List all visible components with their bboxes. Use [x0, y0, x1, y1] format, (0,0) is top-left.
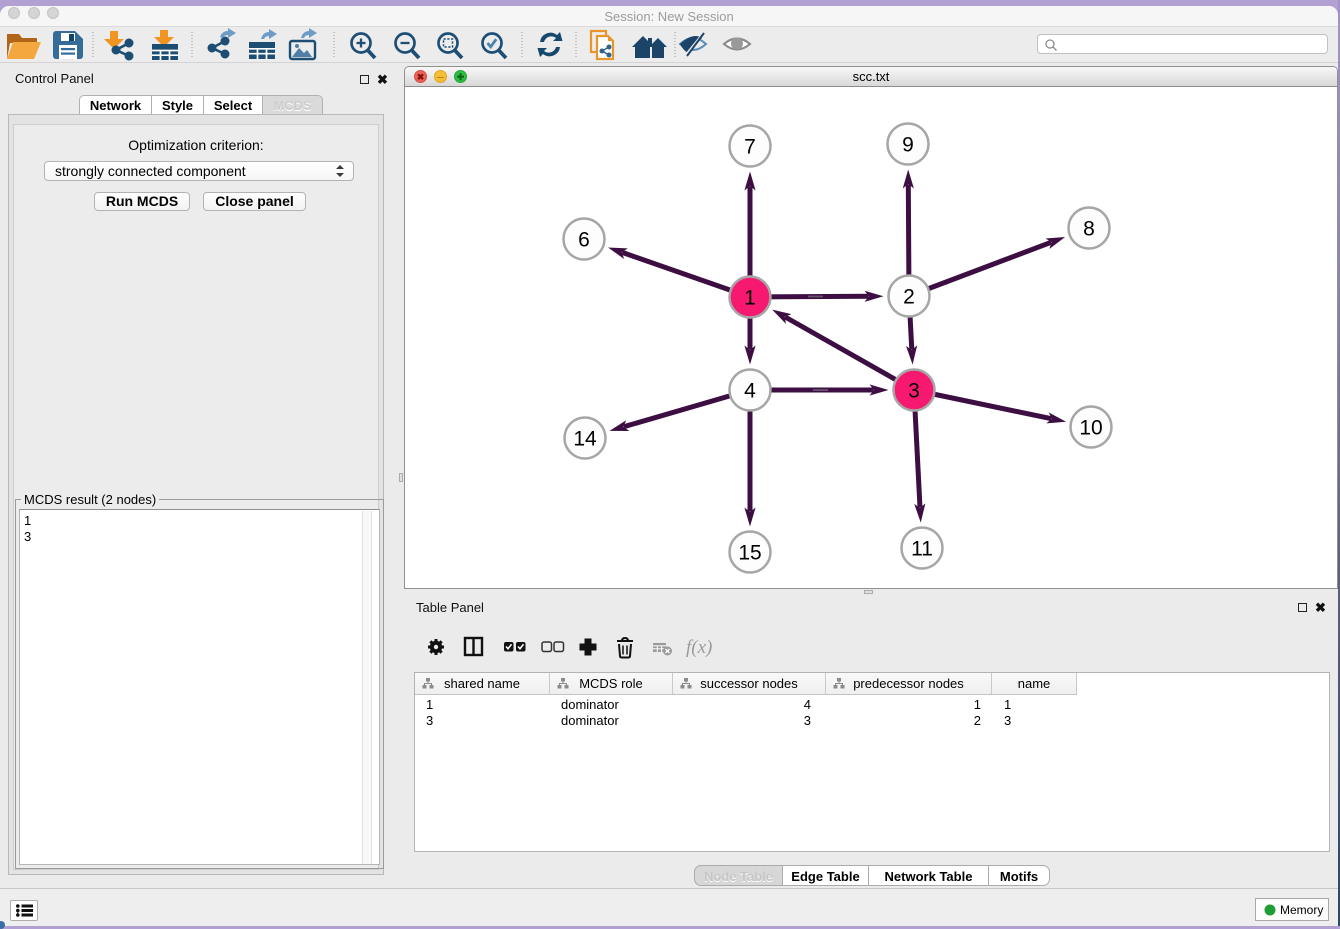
svg-text:9: 9: [902, 134, 914, 157]
svg-text:4: 4: [744, 380, 756, 403]
svg-text:10: 10: [1079, 417, 1102, 440]
svg-text:7: 7: [744, 136, 756, 159]
svg-text:3: 3: [908, 380, 920, 403]
svg-text:2: 2: [903, 286, 915, 309]
svg-text:f(x): f(x): [686, 637, 712, 658]
svg-text:1: 1: [744, 287, 756, 310]
svg-text:8: 8: [1083, 218, 1095, 241]
svg-text:6: 6: [578, 229, 590, 252]
svg-text:11: 11: [911, 538, 933, 561]
svg-text:15: 15: [738, 542, 761, 565]
svg-text:14: 14: [573, 428, 597, 451]
